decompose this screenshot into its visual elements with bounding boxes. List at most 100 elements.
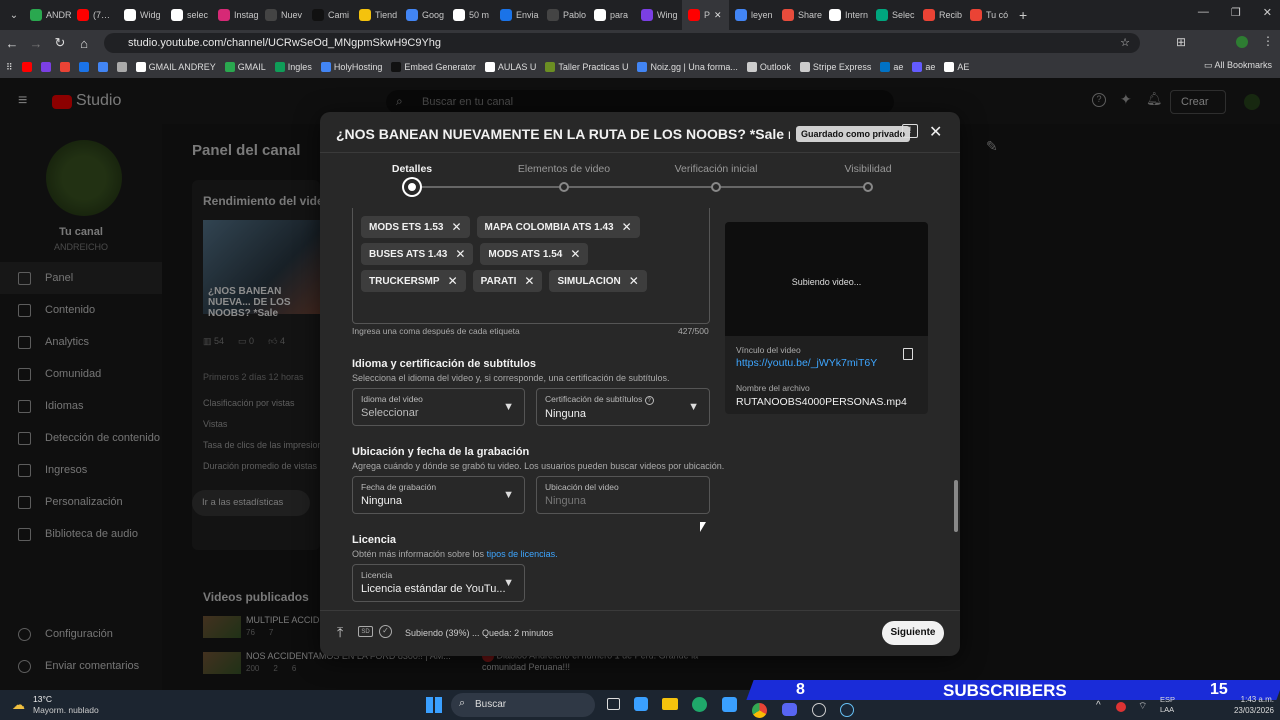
browser-tab[interactable]: 50 m [447,0,494,30]
remove-tag-icon[interactable]: ✕ [524,274,534,288]
new-tab-icon[interactable]: + [1019,7,1027,23]
windows-start-icon[interactable] [426,697,442,713]
store-icon[interactable] [722,697,737,712]
weather-desc[interactable]: Mayorm. nublado [33,705,99,715]
bookmark-favicon-icon[interactable] [21,62,32,72]
bookmark-favicon-icon[interactable] [59,62,70,72]
bookmark-star-icon[interactable]: ☆ [1120,33,1130,53]
bookmark-item[interactable]: Ingles [274,62,312,72]
network-icon[interactable]: ⌔ [1138,700,1147,713]
browser-menu-icon[interactable]: ⋮ [1262,34,1274,48]
feedback-icon[interactable]: ! [902,124,918,138]
taskbar-search[interactable]: ⌕ Buscar [451,693,595,717]
widgets-icon[interactable] [634,697,648,711]
home-icon[interactable]: ⌂ [72,36,96,51]
remove-tag-icon[interactable]: ✕ [629,274,639,288]
chrome-icon[interactable] [752,703,767,718]
browser-tab[interactable]: Nuev [259,0,306,30]
reload-icon[interactable]: ↻ [48,35,72,51]
caption-certification-select[interactable]: Certificación de subtítulos ? Ninguna ▼ [536,388,710,426]
bookmark-favicon-icon[interactable] [40,62,51,72]
remove-tag-icon[interactable]: ✕ [455,247,465,261]
tray-chevron-icon[interactable]: ^ [1096,700,1101,711]
browser-tab[interactable]: Selec [870,0,917,30]
extensions-icon[interactable]: ⊞ [1176,35,1186,49]
video-link[interactable]: https://youtu.be/_jWYk7miT6Y [736,357,877,369]
weather-temp[interactable]: 13°C [33,694,52,704]
bookmark-item[interactable]: Taller Practicas U [545,62,628,72]
bookmark-item[interactable]: HolyHosting [320,62,382,72]
browser-tab[interactable]: Wing [635,0,682,30]
all-bookmarks[interactable]: ▭ All Bookmarks [1204,60,1273,71]
tab-close-icon[interactable]: ✕ [714,10,722,21]
video-location-input[interactable]: Ubicación del video Ninguna [536,476,710,514]
step-indicator[interactable] [711,182,721,192]
apps-icon[interactable]: ⠿ [6,62,13,73]
tags-box[interactable]: MODS ETS 1.53 ✕ MAPA COLOMBIA ATS 1.43 ✕ BUS… [352,208,710,324]
step-label[interactable]: Detalles [342,163,482,175]
bookmark-favicon-icon[interactable] [78,62,89,72]
bookmark-item[interactable]: ae [912,62,935,72]
url-field[interactable]: studio.youtube.com/channel/UCRwSeOd_MNgp… [104,33,1140,53]
remove-tag-icon[interactable]: ✕ [622,220,632,234]
browser-tab[interactable]: Tu có [964,0,1011,30]
discord-icon[interactable] [782,703,797,716]
browser-tab[interactable]: Recib [917,0,964,30]
bookmark-item[interactable]: Noiz.gg | Una forma... [637,62,738,72]
browser-tab[interactable]: Instag [212,0,259,30]
bookmark-item[interactable]: AULAS U [484,62,536,72]
remove-tag-icon[interactable]: ✕ [570,247,580,261]
browser-tab[interactable]: Pablo [541,0,588,30]
step-label[interactable]: Visibilidad [798,163,938,175]
step-indicator[interactable] [559,182,569,192]
remove-tag-icon[interactable]: ✕ [451,220,461,234]
browser-tab[interactable]: P ✕ [682,0,729,30]
task-view-icon[interactable] [607,698,620,710]
bookmark-item[interactable]: AE [944,62,969,72]
restore-icon[interactable]: ❐ [1231,6,1241,19]
video-language-select[interactable]: Idioma del video Seleccionar ▼ [352,388,525,426]
browser-tab[interactable]: leyen [729,0,776,30]
bookmark-item[interactable]: Embed Generator [391,62,476,72]
step-label[interactable]: Verificación inicial [646,163,786,175]
tray-app-icon[interactable] [1116,702,1126,712]
browser-tab[interactable]: (7… [71,0,118,30]
browser-tab[interactable]: Intern [823,0,870,30]
app-icon[interactable] [812,703,826,717]
step-label[interactable]: Elementos de video [494,163,634,175]
clock[interactable]: 1:43 a.m. 23/03/2026 [1226,694,1274,716]
browser-tab[interactable]: para [588,0,635,30]
next-button[interactable]: Siguiente [882,621,944,645]
remove-tag-icon[interactable]: ✕ [448,274,458,288]
tab-list-icon[interactable]: ⌄ [4,10,24,21]
bookmark-item[interactable]: Stripe Express [799,62,871,72]
window-close-icon[interactable]: ✕ [1263,6,1272,19]
forward-icon[interactable]: → [24,36,48,51]
info-icon[interactable]: ? [644,396,654,405]
browser-tab[interactable]: Widg [118,0,165,30]
bookmark-item[interactable]: ae [880,62,903,72]
bookmark-item[interactable]: GMAIL ANDREY [135,62,216,72]
bookmark-item[interactable]: GMAIL [224,62,266,72]
scrollbar[interactable] [954,480,958,532]
profile-avatar[interactable] [1236,36,1248,48]
steam-icon[interactable] [840,703,854,717]
step-current-indicator[interactable] [404,179,420,195]
close-icon[interactable]: ✕ [929,122,942,142]
browser-tab[interactable]: selec [165,0,212,30]
browser-tab[interactable]: Cami [306,0,353,30]
browser-tab[interactable]: Share [776,0,823,30]
keyboard-lang[interactable]: ESP LAA [1160,695,1175,715]
license-select[interactable]: Licencia Licencia estándar de YouTu... ▼ [352,564,525,602]
copy-icon[interactable] [903,348,913,360]
bookmark-favicon-icon[interactable] [116,62,127,72]
bookmark-item[interactable]: Outlook [746,62,791,72]
step-indicator[interactable] [863,182,873,192]
browser-tab[interactable]: Envia [494,0,541,30]
browser-tab[interactable]: Goog [400,0,447,30]
license-types-link[interactable]: tipos de licencias. [487,549,558,559]
file-explorer-icon[interactable] [662,698,678,710]
bookmark-favicon-icon[interactable] [97,62,108,72]
browser-tab[interactable]: ANDR [24,0,71,30]
recording-date-select[interactable]: Fecha de grabación Ninguna ▼ [352,476,525,514]
